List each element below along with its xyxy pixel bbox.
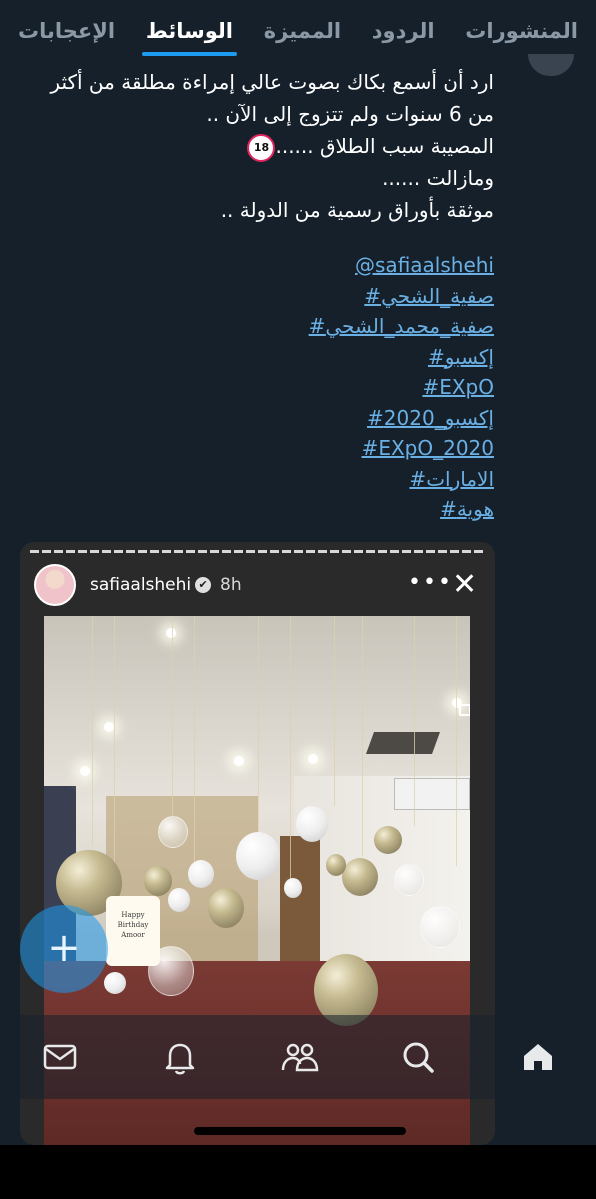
communities-icon <box>281 1043 319 1072</box>
clear-balloon <box>394 864 424 896</box>
mention-link[interactable]: @safiaalshehi <box>94 250 494 281</box>
balloon-string <box>290 616 291 896</box>
birthday-sign: Happy Birthday Amoor <box>106 896 160 966</box>
story-avatar <box>34 564 76 606</box>
sign-text-line: Amoor <box>121 931 145 939</box>
hashtag-link[interactable]: #EXpO <box>94 372 494 403</box>
clear-balloon <box>420 906 460 948</box>
nav-search[interactable] <box>398 1037 438 1077</box>
white-balloon <box>188 860 214 888</box>
hashtag-link[interactable]: #صفية_محمد_الشحي <box>94 311 494 342</box>
post-body: ارد أن أسمع بكاك بصوت عالي إمراءة مطلقة … <box>14 66 494 226</box>
post-line: ومازالت ...... <box>382 166 494 190</box>
tab-likes[interactable]: الإعجابات <box>14 9 119 53</box>
nav-notifications[interactable] <box>160 1037 200 1077</box>
story-time: 8h <box>220 575 242 595</box>
tab-replies[interactable]: الردود <box>368 9 439 53</box>
sign-text-line: Happy <box>121 911 145 919</box>
hashtag-link[interactable]: #إكسبو_2020 <box>94 403 494 434</box>
post-links: @safiaalshehi #صفية_الشحي #صفية_محمد_الش… <box>94 250 494 525</box>
hashtag-link[interactable]: #صفية_الشحي <box>94 281 494 312</box>
hashtag-link[interactable]: #الامارات <box>94 464 494 495</box>
profile-tabs: المنشورات الردود المميزة الوسائط الإعجاب… <box>0 0 596 62</box>
white-balloon <box>284 878 302 898</box>
balloon-string <box>414 616 415 826</box>
more-options-icon: ••• <box>408 570 453 595</box>
tab-media[interactable]: الوسائط <box>141 9 238 56</box>
balloon-string <box>362 616 363 856</box>
balloon-string <box>114 616 115 866</box>
balloon-string <box>334 616 335 806</box>
mail-icon <box>43 1044 77 1070</box>
balloon-string <box>258 616 259 831</box>
gallery-icon <box>459 704 470 716</box>
ceiling-light <box>80 766 90 776</box>
story-progress-bar <box>30 550 485 553</box>
post-line-text: المصيبة سبب الطلاق ...... <box>275 134 494 158</box>
gold-balloon <box>144 866 172 896</box>
home-indicator[interactable] <box>194 1127 406 1135</box>
white-balloon <box>236 832 280 880</box>
tab-posts[interactable]: المنشورات <box>461 9 582 53</box>
clear-balloon <box>158 816 188 848</box>
bottom-safe-area <box>0 1145 596 1199</box>
gold-balloon <box>342 858 378 896</box>
post-line: موثقة بأوراق رسمية من الدولة .. <box>220 198 494 222</box>
white-balloon <box>104 972 126 994</box>
gold-balloon <box>208 888 244 928</box>
close-icon: ✕ <box>452 567 478 602</box>
bell-icon <box>165 1043 195 1075</box>
white-balloon <box>168 888 190 912</box>
hashtag-link[interactable]: #هوية <box>94 494 494 525</box>
gold-balloon <box>326 854 346 876</box>
sign-text-line: Birthday <box>117 921 149 929</box>
wooden-door <box>280 836 320 976</box>
compose-button[interactable]: + <box>20 905 108 993</box>
story-username: safiaalshehi ✔ <box>90 575 212 595</box>
nav-messages[interactable] <box>40 1037 80 1077</box>
balloon-string <box>92 616 93 846</box>
post-line: المصيبة سبب الطلاق ......18 <box>14 130 494 162</box>
air-conditioner <box>394 778 470 810</box>
search-icon <box>403 1042 434 1073</box>
gold-balloon <box>374 826 402 854</box>
post-line: من 6 سنوات ولم تتزوج إلى الآن .. <box>206 102 494 126</box>
hashtag-link[interactable]: #EXpO_2020 <box>94 433 494 464</box>
post-line: ارد أن أسمع بكاك بصوت عالي إمراءة مطلقة … <box>50 70 494 94</box>
balloon-string <box>456 616 457 866</box>
ceiling-light <box>308 754 318 764</box>
ceiling-light <box>104 722 114 732</box>
white-balloon <box>296 806 328 842</box>
nav-communities[interactable] <box>280 1037 320 1077</box>
nav-home[interactable] <box>518 1037 558 1077</box>
tab-highlights[interactable]: المميزة <box>260 9 345 53</box>
ceiling-hatch <box>365 732 441 754</box>
home-icon <box>524 1044 552 1070</box>
hashtag-link[interactable]: #إكسبو <box>94 342 494 373</box>
no-under-18-icon: 18 <box>247 133 276 162</box>
post-author-avatar[interactable] <box>528 54 574 76</box>
story-username-text: safiaalshehi <box>90 575 192 595</box>
ceiling-light <box>166 628 176 638</box>
bottom-nav-bar <box>0 1015 596 1099</box>
ceiling-light <box>234 756 244 766</box>
balloon-string <box>172 616 173 816</box>
balloon-string <box>194 616 195 876</box>
verified-badge-icon: ✔ <box>195 577 212 593</box>
